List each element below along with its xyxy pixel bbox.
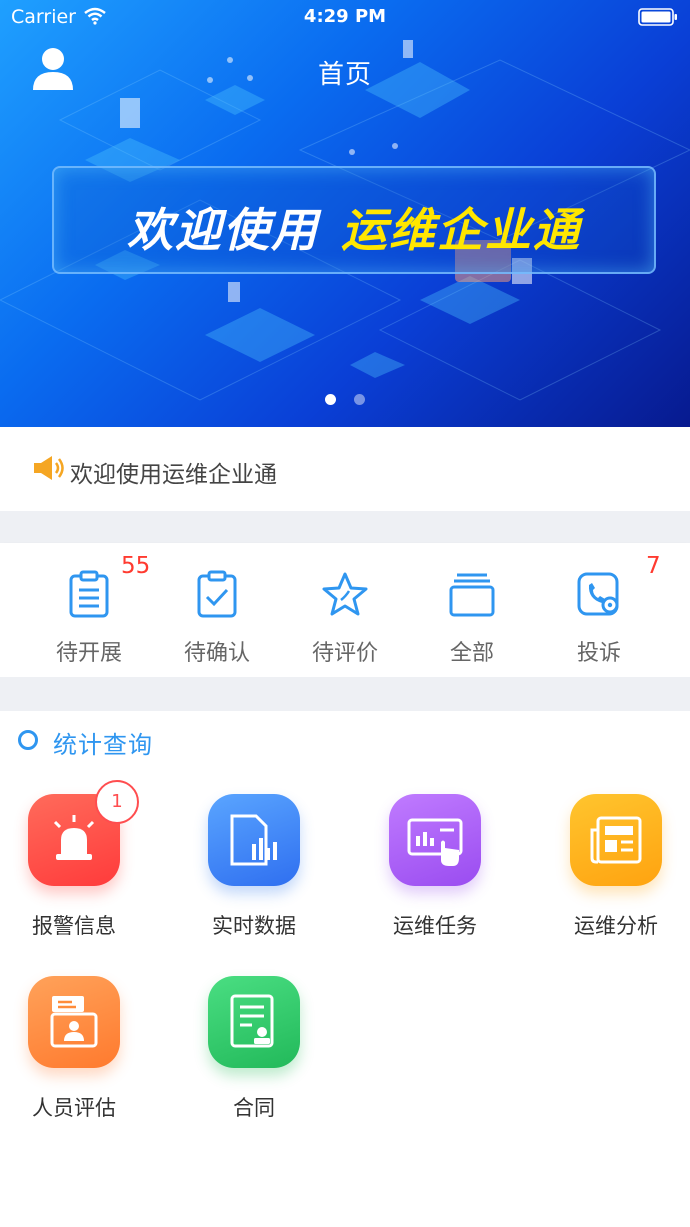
tile-alarm-info[interactable]: 1 报警信息 [0,780,150,954]
id-card-icon [50,996,98,1048]
carousel-dot-2[interactable] [353,394,365,405]
circle-icon [18,730,38,750]
ops-tasks-app-icon [389,794,481,886]
section-divider [0,677,690,711]
star-icon [322,572,368,616]
section-divider [0,511,690,543]
tile-staff-evaluation[interactable]: 人员评估 [0,976,150,1136]
tile-label: 合同 [233,1096,275,1120]
notice-text: 欢迎使用运维企业通 [70,462,277,488]
welcome-prefix: 欢迎使用 [127,203,319,257]
status-label: 待开展 [55,641,122,666]
battery-icon [638,8,677,26]
order-status-row: 待开展 55 待确认 待评价 全部 投诉 7 [0,543,690,677]
status-label: 全部 [449,641,494,666]
status-pending-confirm[interactable]: 待确认 [148,543,286,677]
tile-label: 人员评估 [32,1096,116,1120]
tile-label: 运维任务 [393,914,477,938]
tile-realtime-data[interactable]: 实时数据 [180,794,330,954]
welcome-highlight: 运维企业通 [341,203,581,257]
status-label: 待评价 [311,641,378,666]
page-title: 首页 [317,60,372,90]
status-label: 投诉 [576,641,621,666]
tile-ops-tasks[interactable]: 运维任务 [361,794,511,954]
clipboard-check-icon [197,570,237,618]
status-label: 待确认 [183,641,250,666]
stack-icon [449,573,495,617]
notice-bar[interactable]: 欢迎使用运维企业通 [0,427,690,511]
realtime-data-app-icon [208,794,300,886]
count-badge: 7 [646,553,661,579]
welcome-headline: 欢迎使用 运维企业通 [54,194,654,260]
tile-label: 报警信息 [32,914,116,938]
staff-evaluation-app-icon [28,976,120,1068]
alarm-icon [53,815,95,860]
speaker-icon [34,456,64,480]
contract-app-icon [208,976,300,1068]
task-screen-icon [407,818,463,866]
banner-carousel[interactable]: Carrier 4:29 PM 首页 欢迎使用 运维企业通 [0,0,690,427]
tile-label: 实时数据 [212,914,296,938]
contract-icon [230,994,274,1048]
data-doc-icon [230,814,277,866]
clipboard-list-icon [69,570,109,618]
phone-gear-icon [577,572,619,616]
status-pending-review[interactable]: 待评价 [276,543,414,677]
tile-ops-analysis[interactable]: 运维分析 [542,794,690,954]
newspaper-icon [590,816,642,864]
status-bar: Carrier 4:29 PM [0,0,690,36]
carousel-dot-1[interactable] [325,394,337,405]
ops-analysis-app-icon [570,794,662,886]
status-all[interactable]: 全部 [403,543,541,677]
notification-badge: 1 [95,780,139,824]
welcome-banner-panel: 欢迎使用 运维企业通 [52,166,656,274]
section-title: 统计查询 [53,731,153,759]
tile-label: 运维分析 [574,914,658,938]
carousel-indicator[interactable] [0,390,690,409]
tile-contract[interactable]: 合同 [180,976,330,1136]
count-badge: 55 [121,553,151,579]
stats-section-header: 统计查询 [0,711,690,773]
clock: 4:29 PM [303,6,387,27]
